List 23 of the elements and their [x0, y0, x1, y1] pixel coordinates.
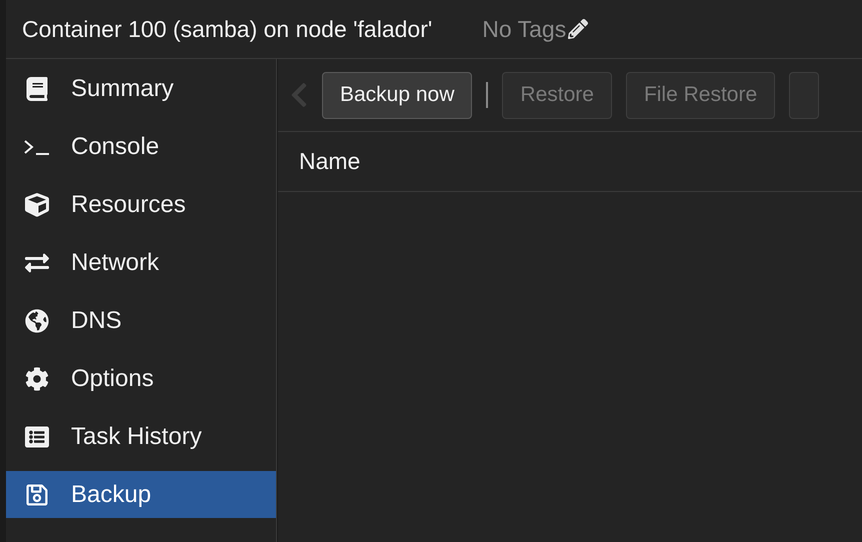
sidebar-item[interactable]: Options [6, 355, 276, 402]
window-title: Container 100 (samba) on node 'falador' [22, 14, 432, 44]
globe-icon [24, 308, 50, 332]
scroll-left-button[interactable] [290, 81, 308, 109]
toolbar-button[interactable]: Backup now [322, 72, 472, 118]
arrows-icon [24, 250, 50, 274]
column-header[interactable]: Name [299, 144, 360, 179]
sidebar-item[interactable]: Task History [6, 413, 276, 460]
chevron-left-icon [290, 81, 308, 109]
sidebar-item[interactable]: DNS [6, 297, 276, 344]
sidebar-item[interactable]: Resources [6, 181, 276, 228]
gear-icon [24, 366, 50, 390]
pencil-icon [568, 19, 588, 39]
list-icon [24, 424, 50, 448]
toolbar-button[interactable] [789, 72, 820, 118]
sidebar-item[interactable]: Backup [6, 471, 276, 518]
sidebar-item[interactable]: Console [6, 123, 276, 170]
sidebar-item[interactable]: Summary [6, 65, 276, 112]
tags-label: No Tags [482, 14, 566, 44]
cube-icon [24, 192, 50, 216]
book-icon [24, 76, 50, 100]
edit-tags-button[interactable] [568, 19, 588, 39]
sidebar-item[interactable]: Network [6, 239, 276, 286]
